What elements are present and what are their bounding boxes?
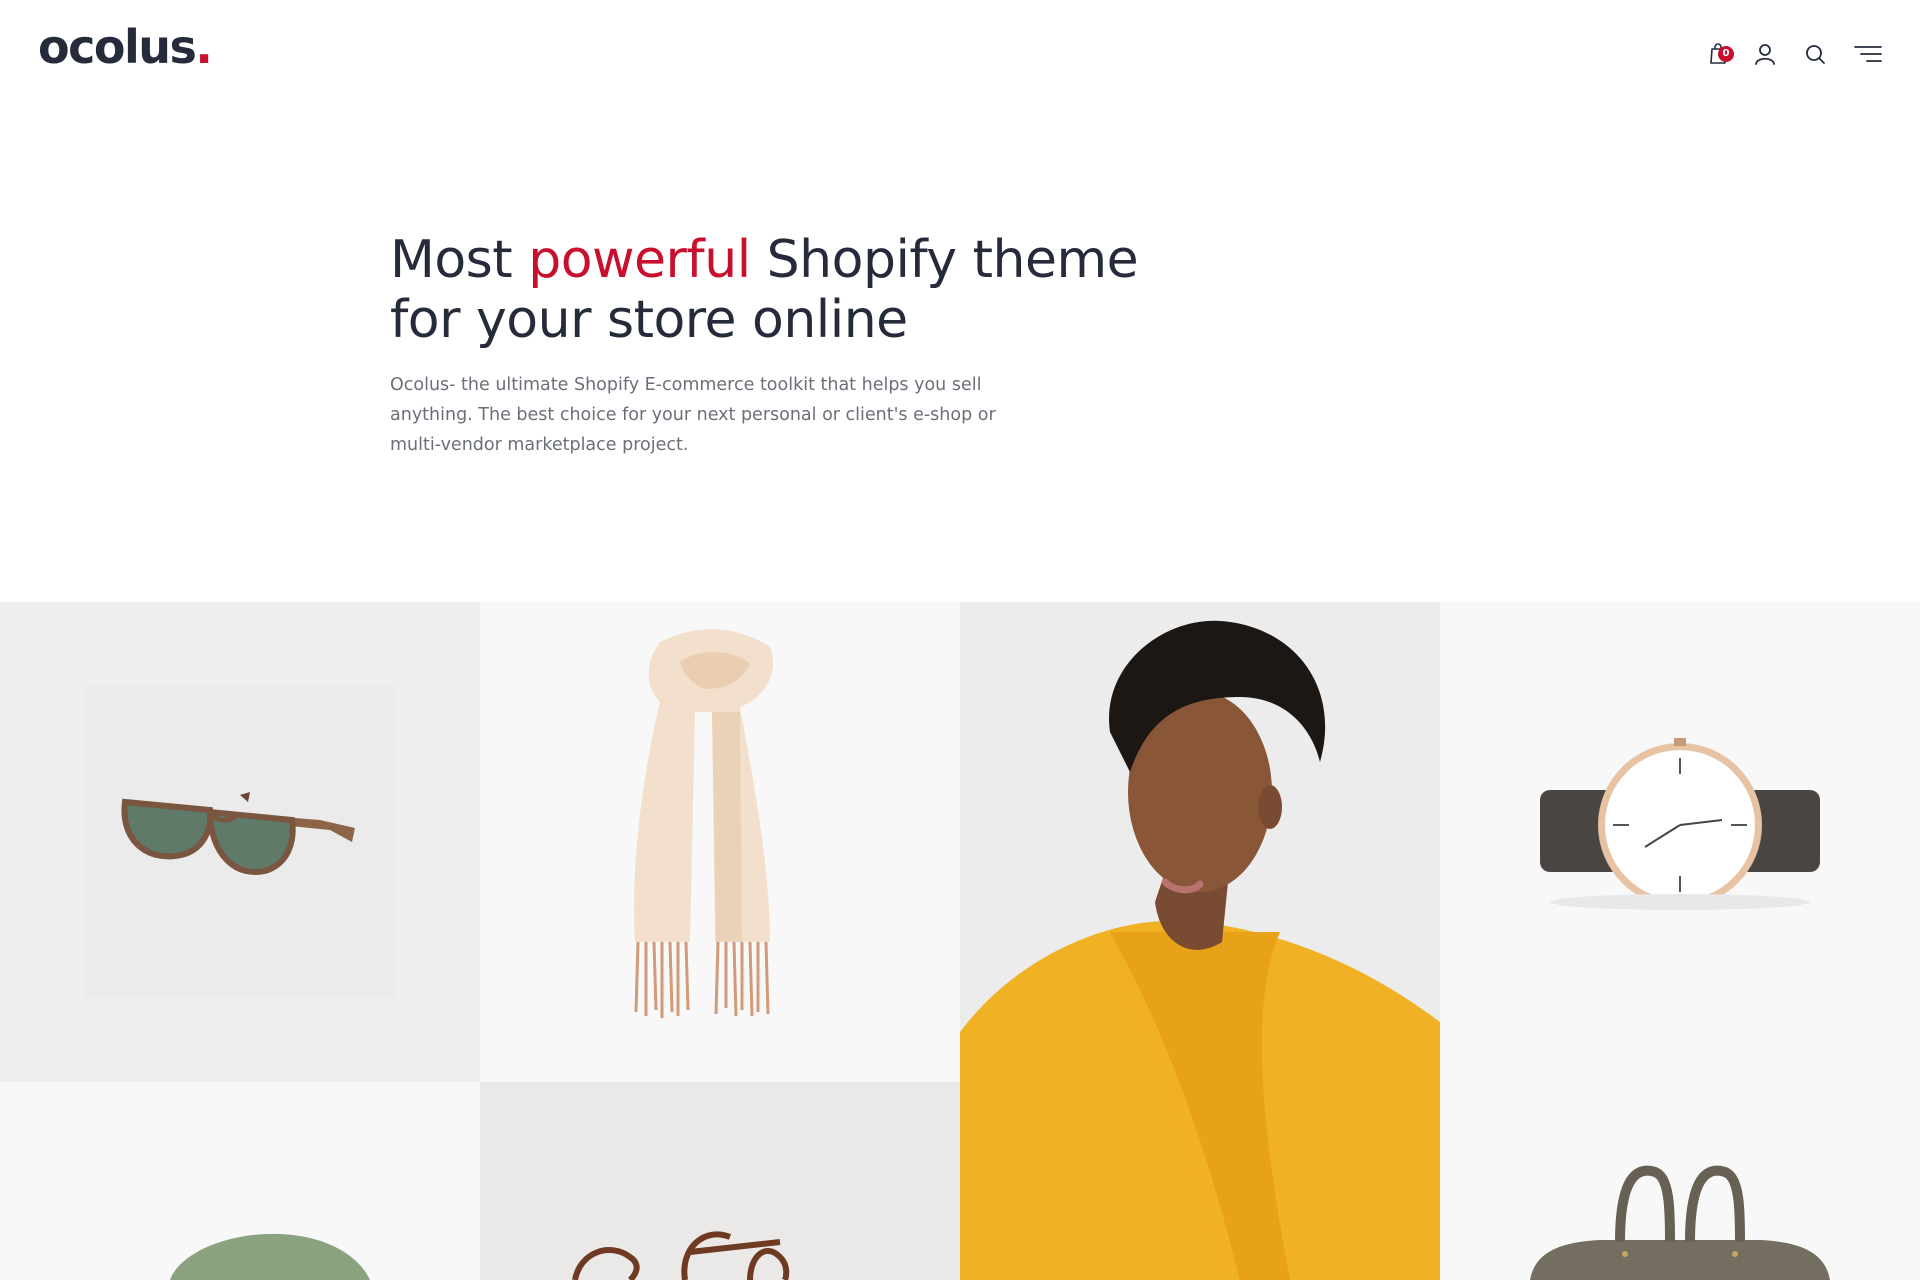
cart-count-badge: 0 bbox=[1718, 46, 1734, 62]
hero-section: Most powerful Shopify theme for your stor… bbox=[390, 230, 1290, 460]
product-tile-sunglasses[interactable] bbox=[0, 602, 480, 1082]
scarf-image bbox=[634, 629, 774, 1018]
product-tile-scarf[interactable] bbox=[480, 602, 960, 1082]
menu-icon bbox=[1854, 46, 1882, 62]
model-image bbox=[960, 620, 1440, 1280]
duffel-bag-image bbox=[1530, 1165, 1830, 1280]
account-button[interactable] bbox=[1749, 38, 1781, 70]
hero-description: Ocolus- the ultimate Shopify E-commerce … bbox=[390, 375, 996, 455]
logo[interactable]: ocolus. bbox=[38, 20, 213, 74]
product-tile-cap[interactable] bbox=[0, 1082, 480, 1280]
hero-title: Most powerful Shopify theme for your stor… bbox=[390, 230, 1139, 350]
logo-text: ocolus bbox=[38, 20, 197, 74]
logo-dot: . bbox=[195, 20, 212, 74]
product-tile-model[interactable] bbox=[960, 602, 1440, 1280]
product-grid bbox=[0, 602, 1920, 1280]
watch-image bbox=[1540, 738, 1820, 910]
cap-image bbox=[170, 1233, 370, 1280]
hero-title-accent: powerful bbox=[528, 230, 751, 290]
sunglasses-image bbox=[84, 686, 396, 998]
user-icon bbox=[1755, 44, 1775, 65]
product-tile-watch[interactable] bbox=[1440, 602, 1920, 1082]
site-header: ocolus. 0 bbox=[0, 0, 1920, 105]
cart-button[interactable]: 0 bbox=[1703, 38, 1735, 70]
menu-button[interactable] bbox=[1852, 38, 1884, 70]
product-tile-duffel-bag[interactable] bbox=[1440, 1082, 1920, 1280]
sandals-image bbox=[572, 1231, 790, 1280]
search-icon bbox=[1806, 45, 1825, 64]
search-button[interactable] bbox=[1799, 38, 1831, 70]
product-tile-sandals[interactable] bbox=[480, 1082, 960, 1280]
